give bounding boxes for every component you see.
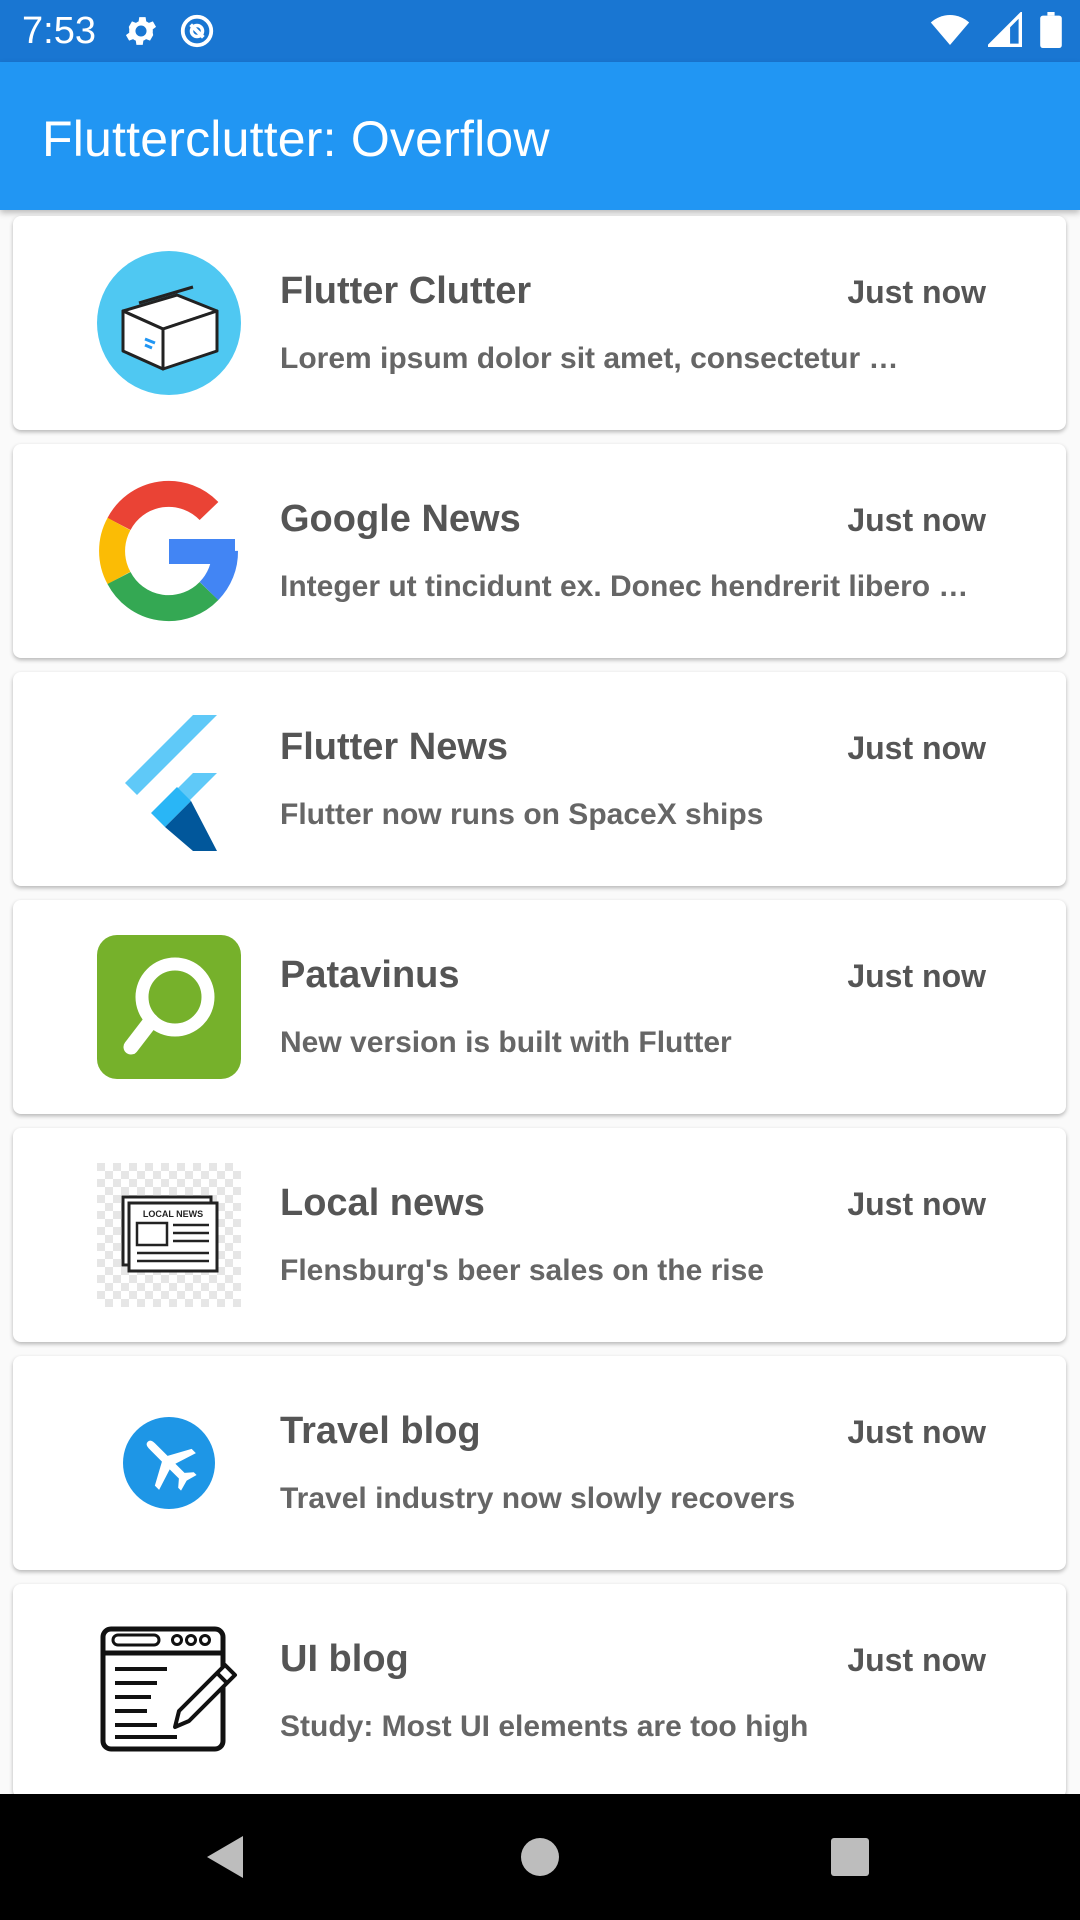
cell-signal-icon bbox=[988, 12, 1022, 47]
list-item[interactable]: Flutter Clutter Just now Lorem ipsum dol… bbox=[13, 216, 1066, 430]
blog-icon bbox=[100, 1626, 237, 1752]
status-time: 7:53 bbox=[22, 10, 96, 52]
item-title: Flutter Clutter bbox=[280, 270, 532, 312]
newspaper-icon-text: LOCAL NEWS bbox=[143, 1209, 203, 1219]
list-item[interactable]: UI blog Just now Study: Most UI elements… bbox=[13, 1584, 1066, 1794]
list-item[interactable]: LOCAL NEWS Local news Just now Flensburg… bbox=[13, 1128, 1066, 1342]
item-time: Just now bbox=[847, 958, 986, 994]
item-subtitle: Lorem ipsum dolor sit amet, consectetur … bbox=[280, 342, 899, 375]
item-title: Patavinus bbox=[280, 954, 460, 996]
item-title: Travel blog bbox=[280, 1410, 481, 1452]
back-icon[interactable] bbox=[205, 1834, 245, 1880]
app-bar: Flutterclutter: Overflow bbox=[0, 62, 1080, 210]
recents-icon[interactable] bbox=[830, 1834, 870, 1880]
news-list[interactable]: Flutter Clutter Just now Lorem ipsum dol… bbox=[0, 210, 1080, 1794]
patavinus-logo-icon bbox=[97, 935, 241, 1079]
newspaper-icon: LOCAL NEWS bbox=[97, 1163, 241, 1307]
flutter-logo-icon bbox=[125, 715, 217, 851]
settings-icon bbox=[125, 17, 157, 45]
item-time: Just now bbox=[847, 1414, 986, 1450]
list-item[interactable]: Flutter News Just now Flutter now runs o… bbox=[13, 672, 1066, 886]
item-title: UI blog bbox=[280, 1638, 409, 1680]
list-item[interactable]: Travel blog Just now Travel industry now… bbox=[13, 1356, 1066, 1570]
box-icon bbox=[97, 251, 241, 395]
item-time: Just now bbox=[847, 730, 986, 766]
status-bar: 7:53 bbox=[0, 0, 1080, 62]
navigation-bar bbox=[0, 1794, 1080, 1920]
item-title: Local news bbox=[280, 1182, 485, 1224]
airplane-icon bbox=[123, 1417, 215, 1509]
app-bar-title: Flutterclutter: Overflow bbox=[42, 111, 550, 167]
item-subtitle: Integer ut tincidunt ex. Donec hendrerit… bbox=[280, 570, 969, 603]
item-subtitle: Flensburg's beer sales on the rise bbox=[280, 1254, 764, 1287]
list-item[interactable]: Google News Just now Integer ut tincidun… bbox=[13, 444, 1066, 658]
list-item[interactable]: Patavinus Just now New version is built … bbox=[13, 900, 1066, 1114]
item-time: Just now bbox=[847, 1642, 986, 1678]
google-icon bbox=[99, 480, 238, 622]
home-icon[interactable] bbox=[520, 1834, 560, 1880]
item-subtitle: Travel industry now slowly recovers bbox=[280, 1482, 796, 1515]
item-subtitle: Flutter now runs on SpaceX ships bbox=[280, 798, 764, 831]
item-time: Just now bbox=[847, 502, 986, 538]
battery-icon bbox=[1040, 12, 1062, 48]
wifi-icon bbox=[930, 15, 970, 45]
item-title: Google News bbox=[280, 498, 521, 540]
item-time: Just now bbox=[847, 1186, 986, 1222]
item-title: Flutter News bbox=[280, 726, 509, 768]
item-subtitle: Study: Most UI elements are too high bbox=[280, 1710, 809, 1743]
item-subtitle: New version is built with Flutter bbox=[280, 1026, 732, 1059]
item-time: Just now bbox=[847, 274, 986, 310]
sync-icon bbox=[180, 14, 214, 48]
